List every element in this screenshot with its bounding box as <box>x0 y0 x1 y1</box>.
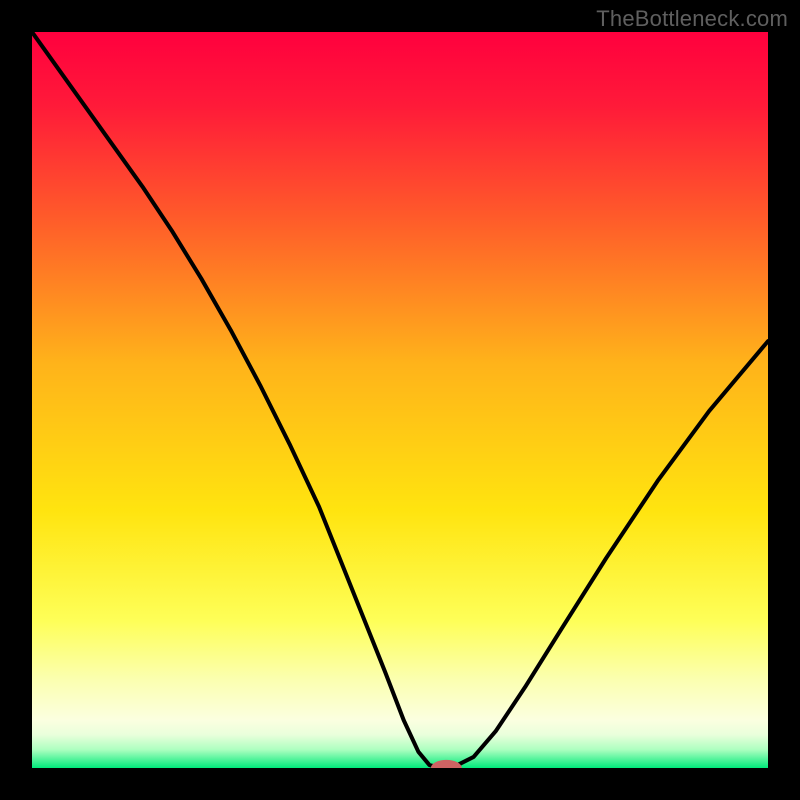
bottleneck-chart <box>32 32 768 768</box>
chart-svg <box>32 32 768 768</box>
gradient-background <box>32 32 768 768</box>
chart-frame: TheBottleneck.com <box>0 0 800 800</box>
attribution-label: TheBottleneck.com <box>596 6 788 32</box>
